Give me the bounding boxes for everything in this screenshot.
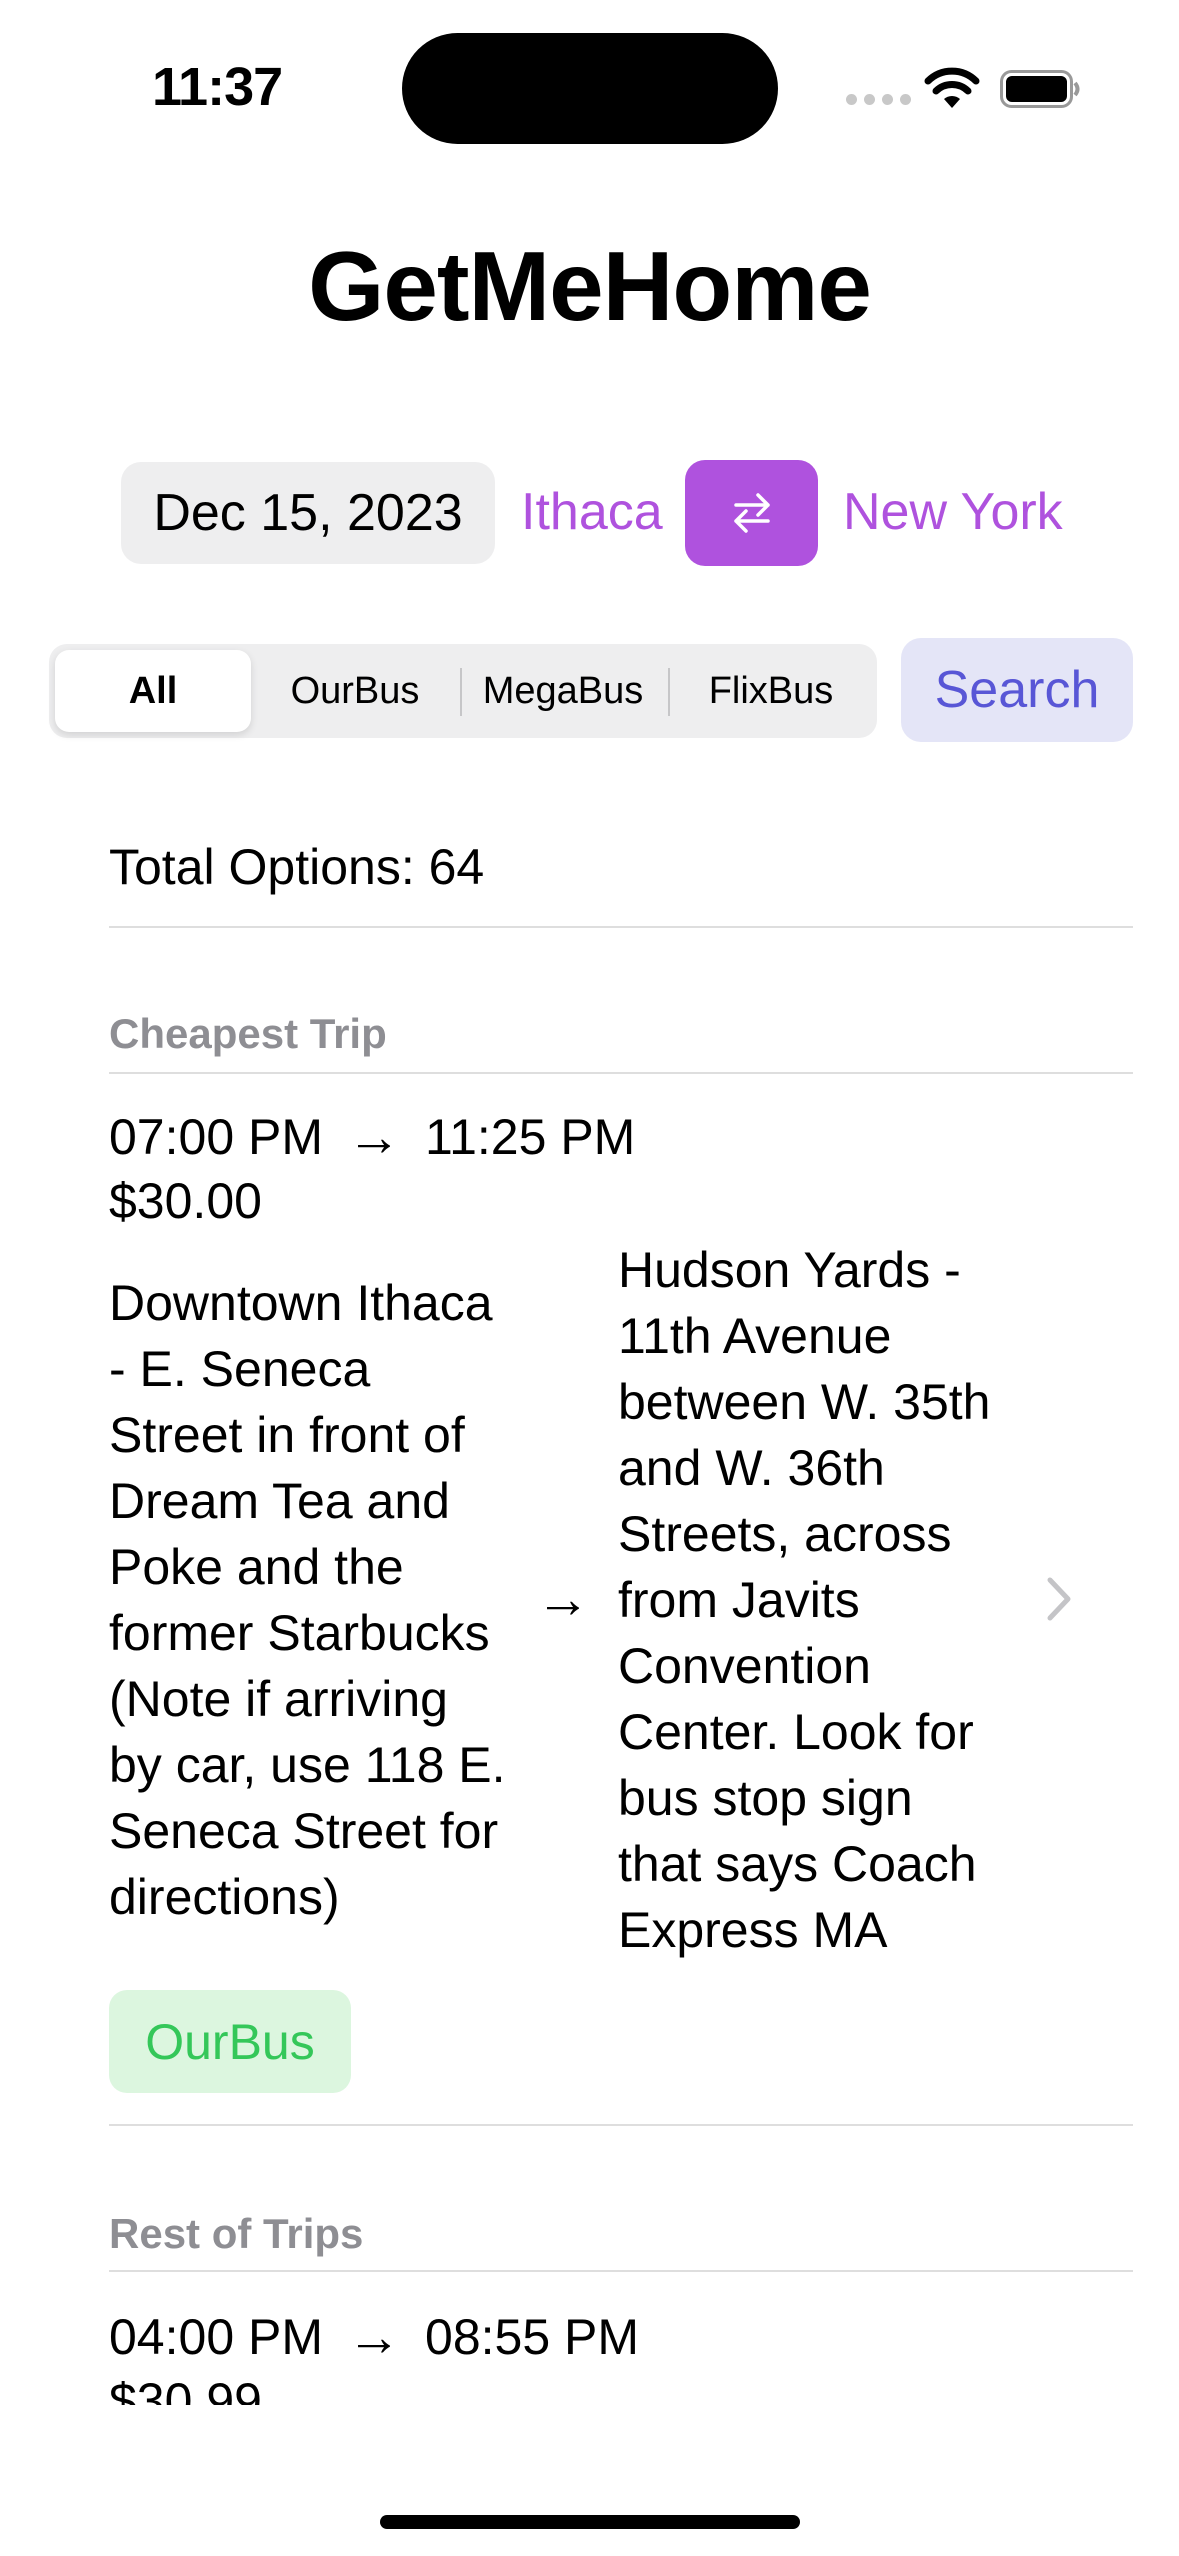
wifi-icon — [924, 67, 980, 108]
carrier-badge: OurBus — [109, 1990, 351, 2093]
date-picker[interactable]: Dec 15, 2023 — [121, 462, 495, 564]
signal-icon — [846, 94, 911, 105]
depart-time: 04:00 PM — [109, 2309, 324, 2365]
rest-of-trips-header: Rest of Trips — [109, 2210, 364, 2257]
battery-icon — [1000, 70, 1080, 108]
arrow-right-icon: → — [347, 2307, 402, 2367]
trip-times[interactable]: 04:00 PM → 08:55 PM — [109, 2306, 639, 2368]
cheapest-trip-header: Cheapest Trip — [109, 1010, 387, 1057]
filter-flixbus[interactable]: FlixBus — [671, 650, 871, 732]
total-options: Total Options: 64 — [109, 839, 485, 895]
arrival-stop: Hudson Yards - 11th Avenue between W. 35… — [618, 1242, 991, 1958]
cheapest-trip-times[interactable]: 07:00 PM → 11:25 PM — [109, 1106, 635, 1168]
divider — [109, 1072, 1133, 1074]
depart-time: 07:00 PM — [109, 1109, 324, 1165]
status-time: 11:37 — [152, 57, 283, 117]
filter-ourbus[interactable]: OurBus — [255, 650, 455, 732]
trip-price: $30.00 — [109, 1173, 262, 1229]
arrow-right-icon: → — [536, 1569, 590, 1629]
search-button[interactable]: Search — [901, 638, 1133, 742]
app-title: GetMeHome — [308, 231, 872, 341]
carrier-filter: All OurBus MegaBus FlixBus — [49, 644, 877, 738]
arrow-right-icon: → — [347, 1107, 402, 1167]
chevron-right-icon[interactable] — [1044, 1576, 1074, 1622]
home-indicator[interactable] — [380, 2515, 800, 2529]
swap-button[interactable] — [685, 460, 818, 566]
divider — [109, 2270, 1133, 2272]
departure-stop: Downtown Ithaca - E. Seneca Street in fr… — [109, 1275, 506, 1925]
divider — [109, 2124, 1133, 2126]
destination-city[interactable]: New York — [843, 482, 1063, 542]
arrive-time: 11:25 PM — [425, 1109, 636, 1165]
segment-divider — [668, 668, 670, 716]
origin-city[interactable]: Ithaca — [521, 482, 663, 542]
filter-megabus[interactable]: MegaBus — [463, 650, 663, 732]
dynamic-island — [402, 33, 778, 144]
divider — [109, 926, 1133, 928]
segment-divider — [460, 668, 462, 716]
list-clip-mask — [0, 2405, 1179, 2465]
swap-arrows-icon — [733, 493, 770, 533]
filter-all[interactable]: All — [55, 650, 251, 732]
arrive-time: 08:55 PM — [425, 2309, 640, 2365]
